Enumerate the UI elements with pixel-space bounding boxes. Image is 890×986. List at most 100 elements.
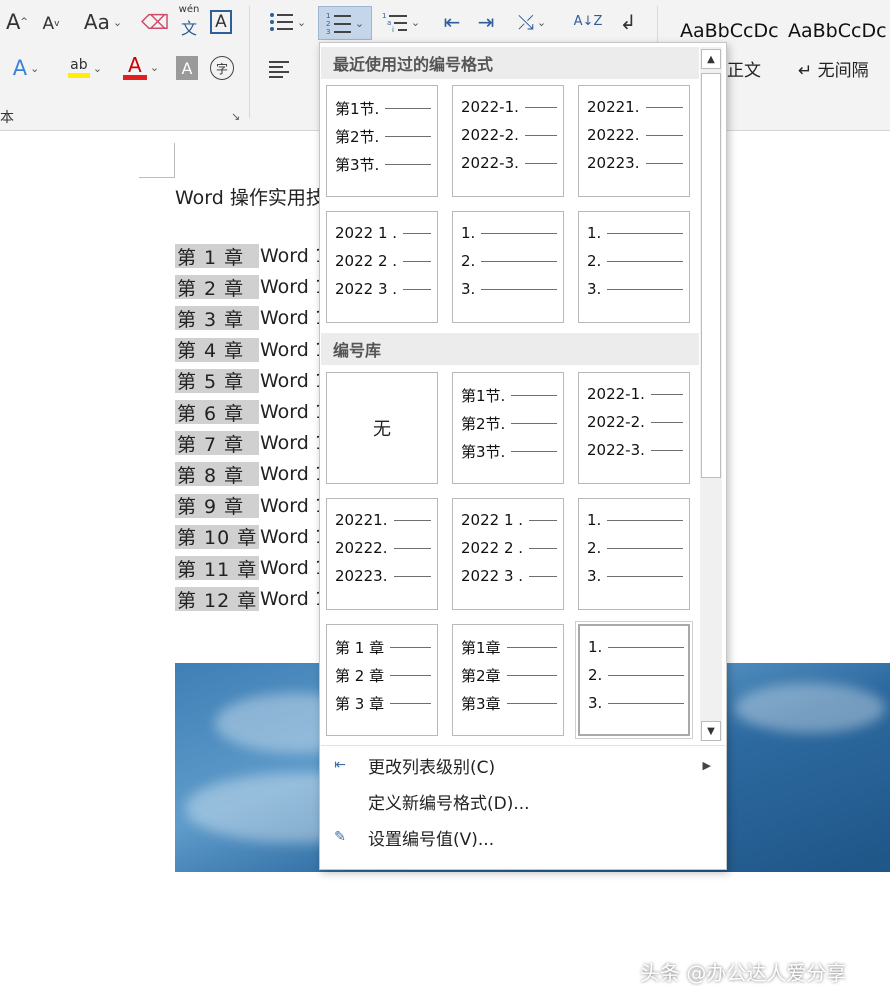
tile-number: 1. [588, 638, 603, 656]
chapter-line: 第 7 章 Word 1 [175, 431, 327, 456]
text-effects-button[interactable]: A ⌄ [6, 54, 46, 82]
tile-line: 1. [588, 638, 684, 656]
highlight-color-bar [67, 73, 90, 78]
highlight-glyph: ab [70, 57, 88, 73]
tile-number: 2022 2 . [461, 539, 524, 557]
change-case-button[interactable]: Aa ⌄ [80, 8, 126, 36]
chapter-line: 第 2 章 Word 1 [175, 275, 327, 300]
enclose-char-icon[interactable]: 字 [210, 56, 234, 80]
multilevel-list-button[interactable]: 1ai ⌄ [378, 8, 424, 36]
set-value-icon: ✎ [334, 829, 346, 845]
scroll-down-button[interactable]: ▼ [701, 721, 721, 741]
font-group-label: 本 [0, 110, 14, 126]
decrease-indent-icon[interactable]: ⇤ [438, 8, 466, 36]
chapter-line: 第 5 章 Word 1 [175, 368, 327, 393]
bullets-button[interactable]: ⌄ [262, 8, 312, 36]
sort-icon[interactable]: A↓Z [573, 6, 603, 36]
numbering-button[interactable]: 123 ⌄ [318, 6, 372, 40]
submenu-arrow-icon: ▶ [702, 758, 711, 772]
tile-line: 2. [587, 252, 683, 270]
clear-format-icon[interactable]: ⌫ [141, 8, 169, 36]
style-normal-name[interactable]: 正文 [727, 56, 761, 81]
align-left-icon[interactable] [264, 56, 294, 82]
define-new-format-item[interactable]: 定义新编号格式(D)... [321, 783, 725, 819]
recent-format-tile[interactable]: 1. 2. 3. [452, 211, 564, 323]
tile-rule [524, 134, 557, 136]
recent-format-tile[interactable]: 2022-1. 2022-2. 2022-3. [452, 85, 564, 197]
library-format-tile[interactable]: 2022 1 . 2022 2 . 2022 3 . [452, 498, 564, 610]
recent-format-tile[interactable]: 2022 1 . 2022 2 . 2022 3 . [326, 211, 438, 323]
tile-line: 2022 1 . [461, 511, 557, 529]
font-dialog-launcher-icon[interactable]: ↘ [231, 110, 240, 123]
sort-glyph: A↓Z [573, 13, 603, 29]
library-format-tile[interactable]: 20221. 20222. 20223. [326, 498, 438, 610]
tile-rule [607, 519, 683, 521]
highlight-icon: ab [67, 57, 90, 78]
tile-number: 20222. [335, 539, 388, 557]
tile-number: 3. [588, 694, 603, 712]
grow-font-icon[interactable]: A ^ [4, 8, 30, 36]
none-format-tile[interactable]: 无 [326, 372, 438, 484]
tile-line: 2022-3. [587, 441, 683, 459]
show-marks-icon[interactable]: ↲ [614, 8, 642, 36]
tile-number: 2022 1 . [461, 511, 524, 529]
menu-separator [321, 745, 725, 746]
font-color-button[interactable]: A ⌄ [116, 52, 166, 82]
style-normal-sample[interactable]: AaBbCcDc [680, 20, 779, 42]
chapter-line: 第 4 章 Word 1 [175, 337, 327, 362]
decrease-indent-glyph: ⇤ [443, 10, 461, 34]
shrink-font-icon[interactable]: Av [38, 10, 64, 38]
library-format-tile[interactable]: 第1节. 第2节. 第3节. [452, 372, 564, 484]
define-new-format-label: 定义新编号格式(D)... [368, 793, 530, 814]
char-shading-icon[interactable]: A [176, 56, 198, 80]
library-format-tile[interactable]: 1. 2. 3. [575, 621, 693, 739]
gallery-scrollbar[interactable]: ▲ ▼ [700, 47, 722, 741]
style-no-spacing-name[interactable]: ↵ 无间隔 [798, 56, 869, 81]
recent-format-tile[interactable]: 20221. 20222. 20223. [578, 85, 690, 197]
increase-indent-icon[interactable]: ⇥ [472, 8, 500, 36]
library-format-tile[interactable]: 第 1 章第 2 章第 3 章 [326, 624, 438, 736]
phonetic-guide-button[interactable]: wén 文 [176, 5, 202, 39]
tile-line: 2022-2. [587, 413, 683, 431]
library-format-tile[interactable]: 2022-1. 2022-2. 2022-3. [578, 372, 690, 484]
tile-rule [506, 675, 557, 676]
tile-line: 2. [587, 539, 683, 557]
tile-line: 1. [587, 224, 683, 242]
scroll-up-button[interactable]: ▲ [701, 49, 721, 69]
margin-corner-mark [174, 143, 175, 178]
change-list-level-item[interactable]: ⇤ 更改列表级别(C) ▶ [321, 747, 725, 783]
tile-number: 1. [587, 224, 602, 242]
tile-number: 第3节. [461, 443, 506, 461]
chapter-text: Word 1 [260, 369, 327, 392]
recent-format-tile[interactable]: 第1节. 第2节. 第3节. [326, 85, 438, 197]
tile-number: 第3章 [461, 695, 501, 713]
tile-rule [645, 106, 683, 108]
chapter-line: 第 1 章 Word 1 [175, 244, 327, 269]
tile-line: 20223. [335, 567, 431, 585]
chapter-line: 第 12 章 Word 1 [175, 587, 327, 612]
text-direction-button[interactable]: ⤯ ⌄ [510, 8, 554, 36]
library-format-tile[interactable]: 1. 2. 3. [578, 498, 690, 610]
style-no-spacing-sample[interactable]: AaBbCcDc [788, 20, 887, 42]
tile-rule [385, 136, 431, 137]
tile-number: 2022-2. [461, 126, 519, 144]
tile-number: 3. [587, 280, 602, 298]
library-format-tile[interactable]: 第1章 第2章 第3章 [452, 624, 564, 736]
chevron-down-icon: ⌄ [410, 15, 421, 29]
recent-format-tile[interactable]: 1. 2. 3. [578, 211, 690, 323]
tile-line: 第 3 章 [335, 693, 431, 714]
highlight-button[interactable]: ab ⌄ [60, 54, 110, 82]
tile-number: 2022 1 . [335, 224, 398, 242]
chapter-line: 第 10 章 Word 1 [175, 524, 327, 549]
tile-rule [529, 547, 557, 549]
set-numbering-value-item[interactable]: ✎ 设置编号值(V)... [321, 819, 725, 855]
svg-text:3: 3 [326, 28, 330, 35]
chapter-number: 第 4 章 [175, 337, 259, 362]
tile-number: 20221. [335, 511, 388, 529]
char-shading-glyph: A [181, 58, 193, 78]
char-border-icon[interactable]: A [210, 10, 232, 34]
scroll-thumb[interactable] [701, 73, 721, 478]
tile-number: 第2节. [335, 128, 380, 146]
chapter-text: Word 1 [260, 338, 327, 361]
tile-rule [607, 575, 683, 577]
